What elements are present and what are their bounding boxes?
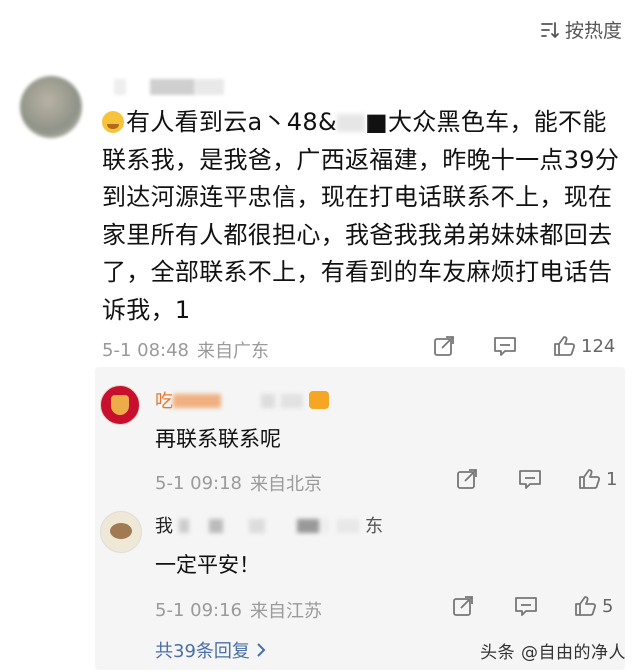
reply-location: 来自江苏 bbox=[250, 601, 322, 622]
vip-badge-icon bbox=[309, 391, 329, 409]
reply-meta: 5-1 09:16 来自江苏 bbox=[155, 597, 322, 623]
sort-lines-icon bbox=[540, 21, 560, 39]
redaction-mark bbox=[336, 114, 365, 132]
thumbs-up-icon bbox=[553, 335, 576, 357]
reply-time: 5-1 09:16 bbox=[155, 599, 242, 621]
reply-username[interactable]: 吃 bbox=[155, 387, 329, 413]
reply-avatar[interactable] bbox=[100, 511, 142, 553]
comment-bubble-icon bbox=[493, 335, 516, 357]
reply-username[interactable]: 我东 bbox=[155, 512, 383, 538]
comment-time: 5-1 08:48 bbox=[102, 339, 189, 361]
chevron-right-icon bbox=[256, 642, 266, 658]
share-icon bbox=[452, 595, 474, 617]
sort-label: 按热度 bbox=[564, 20, 622, 42]
share-button[interactable] bbox=[456, 468, 478, 490]
sort-by-hot-button[interactable]: 按热度 bbox=[540, 16, 622, 43]
share-button[interactable] bbox=[433, 335, 455, 357]
reply-meta: 5-1 09:18 来自北京 bbox=[155, 470, 322, 496]
share-icon bbox=[456, 468, 478, 490]
view-more-replies-link[interactable]: 共39条回复 bbox=[155, 637, 266, 663]
like-button[interactable]: 124 bbox=[553, 335, 615, 357]
like-button[interactable]: 5 bbox=[574, 595, 613, 617]
watermark: 头条 @自由的净人 bbox=[480, 643, 626, 663]
reply-username-start: 我 bbox=[155, 516, 173, 537]
reply-username-end: 东 bbox=[365, 516, 383, 537]
like-count: 5 bbox=[602, 595, 614, 617]
like-button[interactable]: 1 bbox=[578, 468, 617, 490]
comment-button[interactable] bbox=[514, 595, 537, 617]
reply-avatar[interactable] bbox=[100, 385, 140, 425]
share-button[interactable] bbox=[452, 595, 474, 617]
comment-bubble-icon bbox=[518, 468, 541, 490]
more-replies-label: 共39条回复 bbox=[155, 641, 250, 662]
like-count: 124 bbox=[581, 335, 616, 357]
crying-face-emoji-icon bbox=[102, 111, 124, 133]
comment-actions: 124 bbox=[433, 335, 615, 357]
comment-text: 有人看到云a丶48& ■大众黑色车，能不能联系我，是我爸，广西返福建，昨晚十一点3… bbox=[102, 104, 622, 329]
reply-location: 来自北京 bbox=[250, 474, 322, 495]
comment-bubble-icon bbox=[514, 595, 537, 617]
reply-actions: 1 bbox=[456, 468, 617, 490]
comment-meta: 5-1 08:48 来自广东 bbox=[102, 337, 269, 363]
comment-button[interactable] bbox=[518, 468, 541, 490]
reply-username-start: 吃 bbox=[155, 391, 173, 412]
reply-text: 一定平安！ bbox=[155, 553, 260, 577]
share-icon bbox=[433, 335, 455, 357]
username-redacted[interactable] bbox=[114, 79, 224, 95]
reply-time: 5-1 09:18 bbox=[155, 472, 242, 494]
username-redaction bbox=[337, 519, 359, 533]
username-redaction bbox=[179, 519, 329, 533]
reply-text: 再联系联系呢 bbox=[155, 427, 281, 451]
username-redaction bbox=[261, 394, 303, 408]
comment-button[interactable] bbox=[493, 335, 516, 357]
reply-actions: 5 bbox=[452, 595, 613, 617]
avatar[interactable] bbox=[20, 76, 82, 138]
comment-text-part2: ■大众黑色车，能不能联系我，是我爸，广西返福建，昨晚十一点39分到达河源连平忠信… bbox=[102, 108, 620, 324]
like-count: 1 bbox=[606, 468, 618, 490]
username-redaction bbox=[173, 394, 221, 408]
thumbs-up-icon bbox=[578, 468, 601, 490]
comment-location: 来自广东 bbox=[197, 341, 269, 362]
comment-text-part1: 有人看到云a丶48& bbox=[126, 108, 337, 136]
thumbs-up-icon bbox=[574, 595, 597, 617]
